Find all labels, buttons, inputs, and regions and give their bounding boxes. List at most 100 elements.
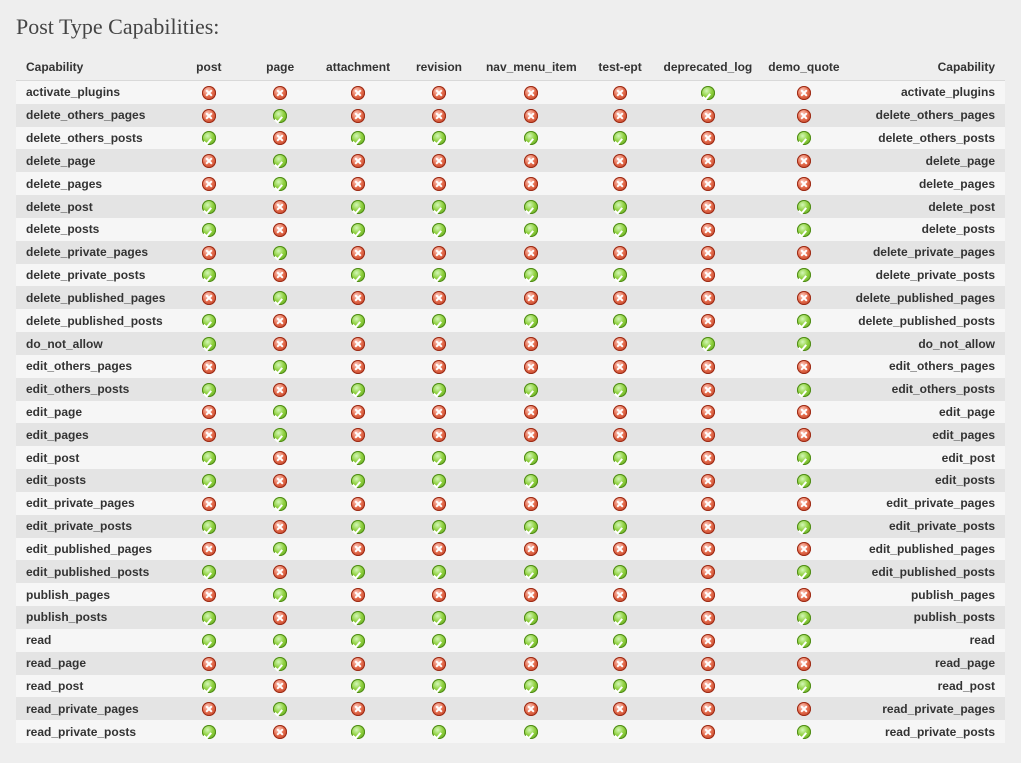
- cross-icon: [613, 497, 627, 511]
- cross-icon: [351, 657, 365, 671]
- cross-icon: [202, 86, 216, 100]
- check-icon: [432, 131, 446, 145]
- col-revision: revision: [400, 54, 478, 81]
- capability-cell: [173, 652, 244, 675]
- check-icon: [797, 383, 811, 397]
- capability-name-right: read_private_posts: [848, 720, 1005, 743]
- cross-icon: [701, 611, 715, 625]
- capability-cell: [316, 172, 400, 195]
- check-icon: [273, 702, 287, 716]
- table-row: read_pageread_page: [16, 652, 1005, 675]
- capability-cell: [244, 652, 316, 675]
- check-icon: [797, 223, 811, 237]
- capability-cell: [400, 332, 478, 355]
- capability-cell: [760, 332, 847, 355]
- capability-cell: [173, 218, 244, 241]
- capability-name-right: edit_pages: [848, 423, 1005, 446]
- capability-cell: [316, 241, 400, 264]
- capability-cell: [173, 332, 244, 355]
- cross-icon: [273, 268, 287, 282]
- check-icon: [351, 268, 365, 282]
- capability-name-right: read: [848, 629, 1005, 652]
- table-row: edit_postedit_post: [16, 446, 1005, 469]
- capability-name-left: edit_published_pages: [16, 538, 173, 561]
- capability-cell: [316, 720, 400, 743]
- capability-cell: [173, 515, 244, 538]
- capability-cell: [656, 332, 761, 355]
- check-icon: [524, 634, 538, 648]
- capability-cell: [656, 446, 761, 469]
- check-icon: [273, 542, 287, 556]
- check-icon: [202, 223, 216, 237]
- capability-cell: [760, 127, 847, 150]
- table-row: delete_others_pagesdelete_others_pages: [16, 104, 1005, 127]
- cross-icon: [432, 291, 446, 305]
- capability-cell: [173, 401, 244, 424]
- col-post: post: [173, 54, 244, 81]
- check-icon: [797, 565, 811, 579]
- check-icon: [432, 314, 446, 328]
- capability-name-left: edit_private_posts: [16, 515, 173, 538]
- cross-icon: [701, 657, 715, 671]
- check-icon: [524, 268, 538, 282]
- cross-icon: [432, 177, 446, 191]
- capability-cell: [244, 218, 316, 241]
- capability-cell: [585, 378, 656, 401]
- capability-cell: [760, 697, 847, 720]
- capability-cell: [656, 104, 761, 127]
- capability-cell: [316, 264, 400, 287]
- cross-icon: [524, 154, 538, 168]
- check-icon: [524, 131, 538, 145]
- cross-icon: [701, 200, 715, 214]
- check-icon: [524, 611, 538, 625]
- capability-name-left: delete_page: [16, 149, 173, 172]
- capability-cell: [400, 355, 478, 378]
- cross-icon: [432, 405, 446, 419]
- cross-icon: [701, 360, 715, 374]
- cross-icon: [273, 223, 287, 237]
- col-page: page: [244, 54, 316, 81]
- capability-cell: [656, 583, 761, 606]
- capability-name-left: delete_published_posts: [16, 309, 173, 332]
- cross-icon: [202, 177, 216, 191]
- cross-icon: [432, 154, 446, 168]
- capability-cell: [400, 401, 478, 424]
- capability-name-left: edit_post: [16, 446, 173, 469]
- capability-name-right: edit_published_posts: [848, 560, 1005, 583]
- cross-icon: [613, 588, 627, 602]
- capability-cell: [760, 538, 847, 561]
- check-icon: [432, 611, 446, 625]
- capability-cell: [316, 515, 400, 538]
- cross-icon: [613, 86, 627, 100]
- cross-icon: [432, 246, 446, 260]
- check-icon: [524, 725, 538, 739]
- capability-name-left: edit_page: [16, 401, 173, 424]
- capability-cell: [478, 629, 585, 652]
- capability-cell: [400, 538, 478, 561]
- cross-icon: [351, 428, 365, 442]
- check-icon: [432, 474, 446, 488]
- cross-icon: [273, 611, 287, 625]
- cross-icon: [613, 291, 627, 305]
- cross-icon: [202, 405, 216, 419]
- table-header-row: Capability post page attachment revision…: [16, 54, 1005, 81]
- capability-cell: [656, 423, 761, 446]
- cross-icon: [351, 86, 365, 100]
- capability-name-right: read_private_pages: [848, 697, 1005, 720]
- capability-name-left: delete_others_posts: [16, 127, 173, 150]
- capability-cell: [478, 720, 585, 743]
- capability-cell: [760, 309, 847, 332]
- cross-icon: [351, 588, 365, 602]
- check-icon: [613, 520, 627, 534]
- capability-name-left: edit_others_pages: [16, 355, 173, 378]
- check-icon: [273, 405, 287, 419]
- cross-icon: [202, 291, 216, 305]
- capability-cell: [316, 355, 400, 378]
- capability-name-left: delete_published_pages: [16, 286, 173, 309]
- capability-cell: [478, 264, 585, 287]
- check-icon: [273, 657, 287, 671]
- check-icon: [524, 520, 538, 534]
- capability-cell: [316, 401, 400, 424]
- capability-cell: [585, 652, 656, 675]
- capability-cell: [244, 720, 316, 743]
